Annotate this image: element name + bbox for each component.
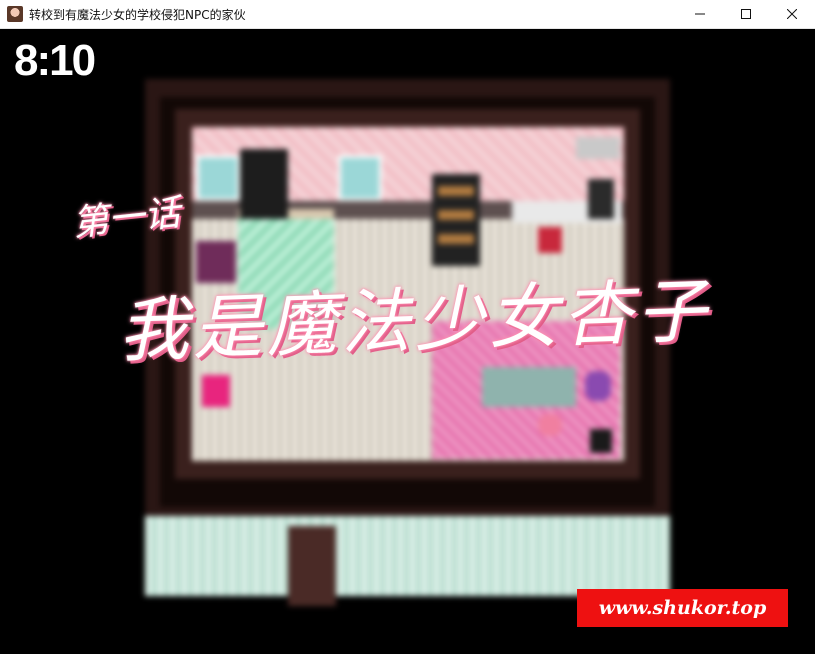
purple-plush	[585, 371, 611, 401]
maximize-icon	[741, 9, 751, 19]
minimize-button[interactable]	[677, 0, 723, 28]
low-table	[482, 367, 576, 407]
room-door	[288, 526, 336, 606]
pink-chair	[202, 375, 230, 407]
chapter-title: 我是魔法少女杏子	[116, 269, 712, 373]
maximize-button[interactable]	[723, 0, 769, 28]
computer	[588, 179, 614, 219]
air-conditioner	[576, 137, 620, 159]
minimize-icon	[695, 13, 705, 15]
hallway-floor	[145, 516, 670, 596]
red-chair	[538, 227, 562, 253]
close-icon	[787, 9, 797, 19]
bookshelf-left	[240, 149, 288, 219]
watermark-badge: www.shukor.top	[577, 589, 788, 627]
window-controls	[677, 0, 815, 28]
pink-stool	[538, 414, 562, 436]
app-portrait-icon	[7, 6, 23, 22]
game-viewport[interactable]: 8:10 第一话 我是魔法少女杏子 www.shukor.top	[0, 29, 815, 654]
window-titlebar[interactable]: 转校到有魔法少女的学校侵犯NPC的家伙	[0, 0, 815, 29]
curtain-window-left	[196, 155, 240, 201]
window-title: 转校到有魔法少女的学校侵犯NPC的家伙	[29, 7, 246, 22]
game-clock: 8:10	[14, 36, 96, 85]
close-button[interactable]	[769, 0, 815, 28]
bookshelf-right	[432, 174, 480, 266]
trash-bin	[590, 429, 612, 453]
curtain-window-right	[338, 155, 382, 201]
